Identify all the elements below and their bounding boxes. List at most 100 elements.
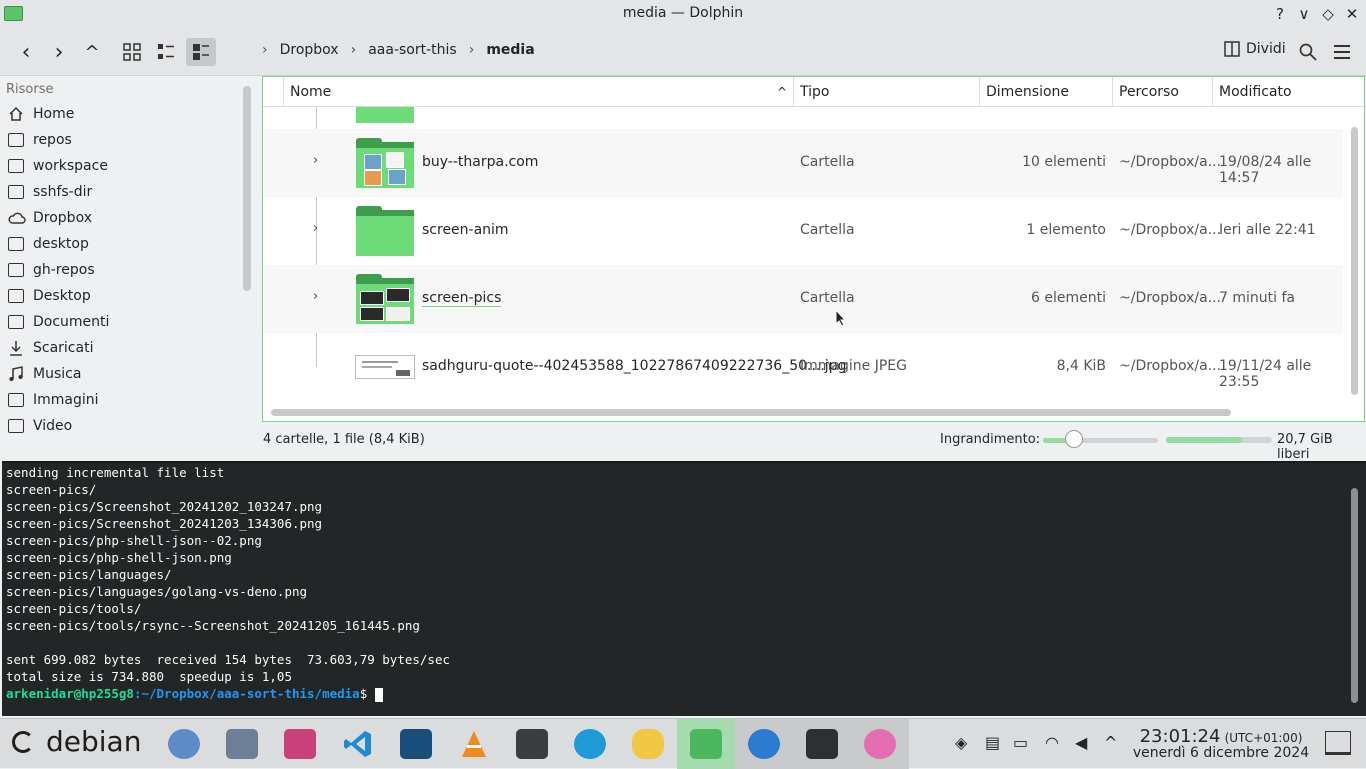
back-button[interactable]: ‹ [12,38,40,66]
task-powershell[interactable] [387,719,445,769]
task-image-viewer[interactable] [271,719,329,769]
menu-button[interactable] [1330,38,1354,66]
prompt-path: :~/Dropbox/aaa-sort-this/media [133,686,360,701]
column-nome[interactable]: Nome ^ [283,77,793,107]
sidebar-item-video[interactable]: Video [0,413,238,439]
minimize-button[interactable]: ∨ [1294,4,1314,24]
up-button[interactable]: ^ [78,38,106,66]
sidebar-item-documenti[interactable]: Documenti [0,309,238,335]
volume-tray-icon[interactable]: ◀ [1075,733,1087,752]
task-vlc[interactable] [445,719,503,769]
zoom-label: Ingrandimento: [940,432,1041,447]
vlc-icon [462,731,486,757]
places-section-title: Risorse [6,82,54,97]
chevron-up-icon[interactable]: ^ [1104,733,1117,752]
sidebar-item-scaricati[interactable]: Scaricati [0,335,238,361]
konsole-icon [516,729,548,759]
battery-tray-icon[interactable]: ▭ [1013,733,1028,752]
split-button[interactable]: Dividi [1224,41,1286,57]
sidebar-scrollbar[interactable] [243,86,251,291]
image-thumbnail-icon [355,355,415,379]
close-button[interactable]: ✕ [1342,4,1362,24]
task-edge[interactable] [561,719,619,769]
column-percorso[interactable]: Percorso [1112,77,1212,107]
window-title: media — Dolphin [622,5,744,21]
task-dolphin[interactable] [677,719,735,769]
column-modificato[interactable]: Modificato [1212,77,1352,107]
maximize-button[interactable]: ◇ [1318,4,1338,24]
task-webcam[interactable] [155,719,213,769]
table-row[interactable]: › buy--tharpa.com Cartella 10 elementi ~… [263,129,1343,197]
zoom-slider[interactable] [1043,438,1158,443]
sidebar-item-sshfs-dir[interactable]: sshfs-dir [0,179,238,205]
task-kettle[interactable] [619,719,677,769]
zoom-slider-handle[interactable] [1065,430,1083,448]
sidebar-item-workspace[interactable]: workspace [0,153,238,179]
breadcrumb-aaa-sort-this[interactable]: aaa-sort-this [368,42,457,58]
file-size: 1 elemento [1026,222,1106,238]
sidebar-item-immagini[interactable]: Immagini [0,387,238,413]
terminal-app-icon [400,729,432,759]
task-media-app[interactable] [851,719,909,769]
task-konsole[interactable] [503,719,561,769]
table-row[interactable]: › screen-pics Cartella 6 elementi ~/Drop… [263,265,1343,333]
application-launcher[interactable]: debian [12,725,141,758]
terminal-line: screen-pics/php-shell-json--02.png [6,533,262,548]
column-tipo[interactable]: Tipo [793,77,979,107]
search-button[interactable] [1296,38,1320,66]
task-settings[interactable] [793,719,851,769]
sidebar-item-gh-repos[interactable]: gh-repos [0,257,238,283]
table-row[interactable]: › screen-anim Cartella 1 elemento ~/Drop… [263,197,1343,265]
wifi-tray-icon[interactable]: ◠ [1045,733,1059,752]
table-row[interactable]: sadhguru-quote--402453588_10227867409222… [263,333,1343,401]
clipboard-tray-icon[interactable]: ▤ [985,733,1000,752]
chevron-right-icon[interactable]: › [313,221,318,236]
chevron-right-icon: › [468,42,475,58]
clock[interactable]: 23:01:24 (UTC+01:00) venerdì 6 dicembre … [1132,726,1310,761]
taskbar: debian ◈ ▤ ▭ ◠ ◀ ^ 23:01:24 (UTC+01:00) … [0,718,1366,769]
sidebar-item-desktop[interactable]: Desktop [0,283,238,309]
terminal-scrollbar[interactable] [1351,488,1358,703]
task-screenshot[interactable] [213,719,271,769]
column-dimensione[interactable]: Dimensione [979,77,1112,107]
details-view-button[interactable] [186,38,216,66]
terminal-line: screen-pics/Screenshot_20241203_134306.p… [6,516,323,531]
monitor-icon [8,289,24,303]
folder-icon [8,133,24,147]
chevron-right-icon[interactable]: › [313,289,318,304]
file-type: Immagine JPEG [800,358,907,374]
mouse-cursor-icon [835,309,847,327]
icons-view-button[interactable] [118,38,146,66]
forward-button[interactable]: › [45,38,73,66]
compact-view-button[interactable] [152,38,180,66]
sidebar-item-home[interactable]: Home [0,101,238,127]
task-xpra[interactable] [735,719,793,769]
file-path: ~/Dropbox/a... [1119,358,1222,374]
task-vscode[interactable] [329,719,387,769]
file-modified: 7 minuti fa [1219,290,1295,306]
sidebar-item-dropbox[interactable]: Dropbox [0,205,238,231]
webcam-icon [168,729,200,759]
vscode-icon [344,731,371,757]
chevron-right-icon[interactable]: › [313,153,318,168]
status-bar: 4 cartelle, 1 file (8,4 KiB) Ingrandimen… [238,424,1366,462]
show-desktop-button[interactable] [1325,731,1351,755]
file-size: 6 elementi [1031,290,1106,306]
horizontal-scrollbar[interactable] [271,409,1231,416]
terminal-line: screen-pics/languages/golang-vs-deno.png [6,584,308,599]
places-sidebar: Risorse Home repos workspace sshfs-dir D… [0,77,238,457]
clock-timezone: (UTC+01:00) [1224,731,1303,745]
file-size: 8,4 KiB [1056,358,1106,374]
cloud-icon [8,212,26,224]
help-button[interactable]: ? [1270,4,1290,24]
sidebar-item-desktop-lower[interactable]: desktop [0,231,238,257]
prompt-symbol: $ [359,686,375,701]
vertical-scrollbar[interactable] [1351,127,1358,395]
file-name: screen-pics [422,290,502,307]
sidebar-item-musica[interactable]: Musica [0,361,238,387]
breadcrumb-media[interactable]: media [486,42,534,58]
sidebar-item-repos[interactable]: repos [0,127,238,153]
dropbox-tray-icon[interactable]: ◈ [955,733,967,752]
breadcrumb-dropbox[interactable]: Dropbox [280,42,339,58]
terminal-panel[interactable]: sending incremental file list screen-pic… [2,461,1366,716]
